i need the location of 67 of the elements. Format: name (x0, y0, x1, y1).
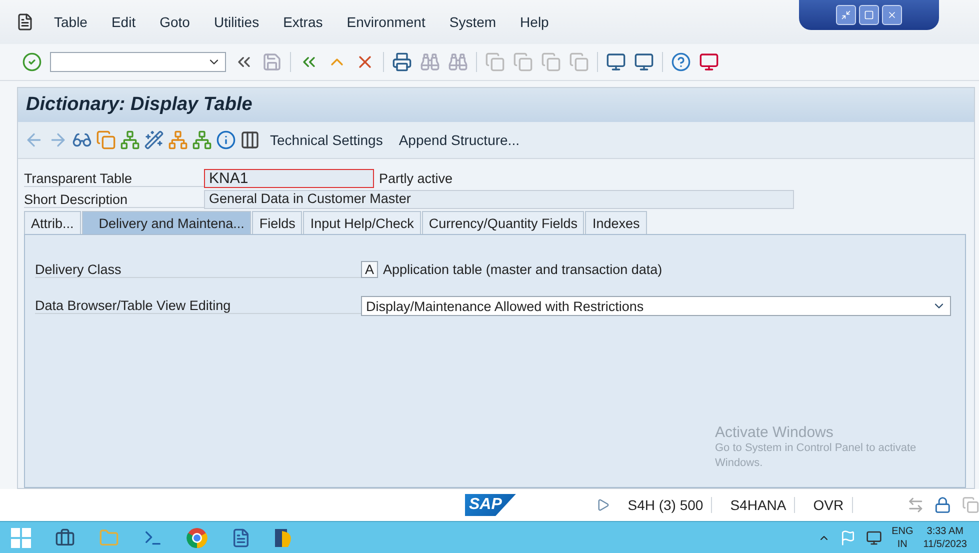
input-field[interactable]: KNA1 (204, 169, 374, 188)
monitor-icon[interactable] (699, 52, 719, 72)
tab[interactable]: Attrib... (24, 211, 81, 234)
page-icon[interactable] (569, 52, 589, 72)
field-label: Transparent Table (24, 170, 204, 186)
menu-item[interactable]: Environment (346, 14, 426, 30)
menu-item[interactable]: Extras (283, 14, 323, 30)
server-name: S4HANA (722, 497, 796, 513)
toolbar-button[interactable]: Append Structure... (392, 132, 526, 148)
field-label: Delivery Class (35, 262, 361, 278)
session-info[interactable]: S4H (3) 500 (620, 497, 712, 513)
menu-icon[interactable] (16, 13, 34, 31)
document-icon[interactable] (231, 528, 251, 548)
field-label: Data Browser/Table View Editing (35, 298, 361, 314)
tab[interactable]: Input Help/Check (303, 211, 421, 234)
save-icon[interactable] (262, 52, 282, 72)
toolbar-button[interactable]: Technical Settings (264, 132, 389, 148)
info-icon[interactable] (216, 130, 236, 150)
language-code[interactable]: ENG (892, 524, 914, 538)
command-field[interactable] (50, 52, 226, 72)
menu-item[interactable]: Edit (111, 14, 136, 30)
hierarchy-icon[interactable] (192, 130, 212, 150)
copy-icon[interactable] (96, 130, 116, 150)
activation-title: Activate Windows (715, 424, 834, 441)
page-icon[interactable] (962, 495, 979, 515)
menu-item[interactable]: System (449, 14, 496, 30)
tab[interactable]: Currency/Quantity Fields (422, 211, 584, 234)
menu-item[interactable]: Goto (160, 14, 190, 30)
region-code[interactable]: IN (897, 538, 908, 550)
restore-icon (864, 10, 874, 20)
menu-item[interactable]: Help (520, 14, 549, 30)
wand-icon[interactable] (144, 130, 164, 150)
lock-icon[interactable] (934, 495, 952, 515)
flag-icon[interactable] (840, 530, 856, 546)
menu-item[interactable]: Table (54, 14, 88, 30)
input-field[interactable]: General Data in Customer Master (204, 190, 794, 209)
activation-text: Go to System in Control Panel to activate Windows. (715, 441, 918, 471)
tab[interactable]: Delivery and Maintena... (82, 211, 252, 234)
page-icon[interactable] (541, 52, 561, 72)
page-icon[interactable] (485, 52, 505, 72)
binoculars-icon[interactable] (448, 52, 468, 72)
input-field[interactable]: A (361, 261, 378, 278)
arrows-icon[interactable] (907, 495, 924, 515)
dropdown-field[interactable]: Display/Maintenance Allowed with Restrictions (361, 296, 951, 316)
restore-button[interactable] (859, 5, 879, 25)
play-icon[interactable] (596, 497, 610, 513)
minimize-button[interactable] (836, 5, 856, 25)
description-text: Application table (master and transaction data) (383, 262, 662, 277)
close-icon (887, 10, 897, 20)
field-label: Short Description (24, 192, 204, 208)
print-icon[interactable] (392, 52, 412, 72)
input-mode: OVR (805, 497, 853, 513)
minimize-icon (841, 10, 851, 20)
clock-date[interactable]: 11/5/2023 (923, 538, 967, 550)
page-icon[interactable] (513, 52, 533, 72)
sap-logo: SAP (465, 494, 516, 516)
columns-icon[interactable] (240, 130, 260, 150)
clock-time[interactable]: 3:33 AM (926, 524, 964, 538)
tab[interactable]: Indexes (585, 211, 647, 234)
screen-title: Dictionary: Display Table (18, 88, 974, 122)
binoculars-icon[interactable] (420, 52, 440, 72)
menu-item[interactable]: Utilities (214, 14, 260, 30)
close-button[interactable] (882, 5, 902, 25)
tab[interactable]: Fields (252, 211, 302, 234)
status-text: Partly active (379, 171, 453, 186)
check-icon[interactable] (22, 52, 42, 72)
help-icon[interactable] (671, 52, 691, 72)
